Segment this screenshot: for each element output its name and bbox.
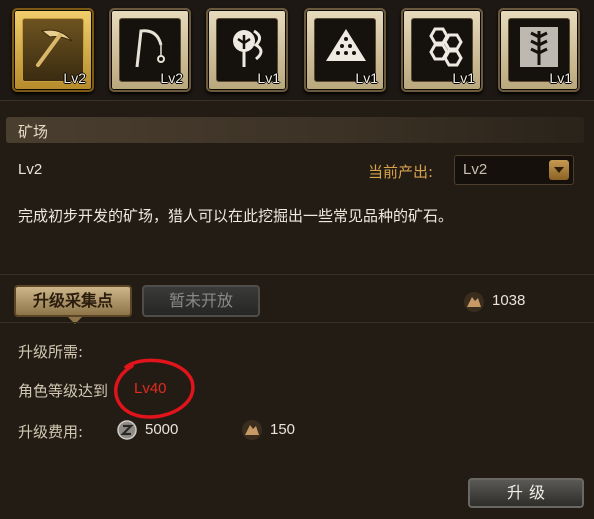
requirements-title: 升级所需: bbox=[18, 343, 84, 361]
upgrade-gathering-point-tab[interactable]: 升级采集点 bbox=[14, 285, 132, 324]
tab-grain[interactable]: Lv1 bbox=[498, 8, 580, 92]
ore-resource-icon bbox=[464, 292, 484, 312]
tab-fishing[interactable]: Lv2 bbox=[109, 8, 191, 92]
resource-cost: 150 bbox=[270, 421, 296, 438]
fishing-rod-icon bbox=[135, 29, 165, 68]
zenny-coin-icon bbox=[117, 420, 137, 440]
not-open-tab[interactable]: 暂未开放 bbox=[142, 285, 260, 317]
tab-mine[interactable]: Lv2 bbox=[12, 8, 94, 92]
section-header-band bbox=[6, 117, 584, 143]
pickaxe-icon bbox=[36, 29, 73, 67]
tab-level-label: Lv1 bbox=[355, 70, 378, 86]
section-title: 矿场 bbox=[18, 123, 49, 141]
divider bbox=[0, 274, 594, 275]
coin-cost: 5000 bbox=[145, 421, 179, 438]
wheat-icon bbox=[520, 27, 558, 67]
tab-level-label: Lv1 bbox=[257, 70, 280, 86]
tab-herb[interactable]: Lv1 bbox=[206, 8, 288, 92]
tab-level-label: Lv1 bbox=[549, 70, 572, 86]
output-label: 当前产出: bbox=[368, 163, 434, 181]
upgrade-button[interactable]: 升级 bbox=[468, 478, 584, 508]
honeycomb-icon bbox=[429, 27, 463, 67]
ore-pile-icon bbox=[326, 29, 366, 61]
role-level-requirement-label: 角色等级达到 bbox=[18, 382, 109, 400]
herb-tree-icon bbox=[233, 29, 263, 67]
tab-level-label: Lv2 bbox=[63, 70, 86, 86]
tab-honeycomb[interactable]: Lv1 bbox=[401, 8, 483, 92]
divider bbox=[0, 322, 594, 323]
output-level-value: Lv2 bbox=[463, 161, 488, 178]
chevron-down-icon[interactable] bbox=[549, 160, 569, 180]
resource-amount: 1038 bbox=[492, 292, 526, 309]
upgrade-cost-label: 升级费用: bbox=[18, 423, 84, 441]
tab-level-label: Lv1 bbox=[452, 70, 475, 86]
tab-level-label: Lv2 bbox=[160, 70, 183, 86]
gathering-tab-bar: Lv2 Lv2 Lv1 Lv1 Lv1 Lv1 bbox=[0, 0, 594, 101]
ore-resource-icon bbox=[242, 420, 262, 440]
tab-ore[interactable]: Lv1 bbox=[304, 8, 386, 92]
red-circle-annotation bbox=[114, 358, 195, 419]
mine-level: Lv2 bbox=[18, 161, 43, 178]
output-level-dropdown[interactable]: Lv2 bbox=[454, 155, 574, 185]
mine-description: 完成初步开发的矿场，猎人可以在此挖掘出一些常见品种的矿石。 bbox=[18, 207, 454, 225]
